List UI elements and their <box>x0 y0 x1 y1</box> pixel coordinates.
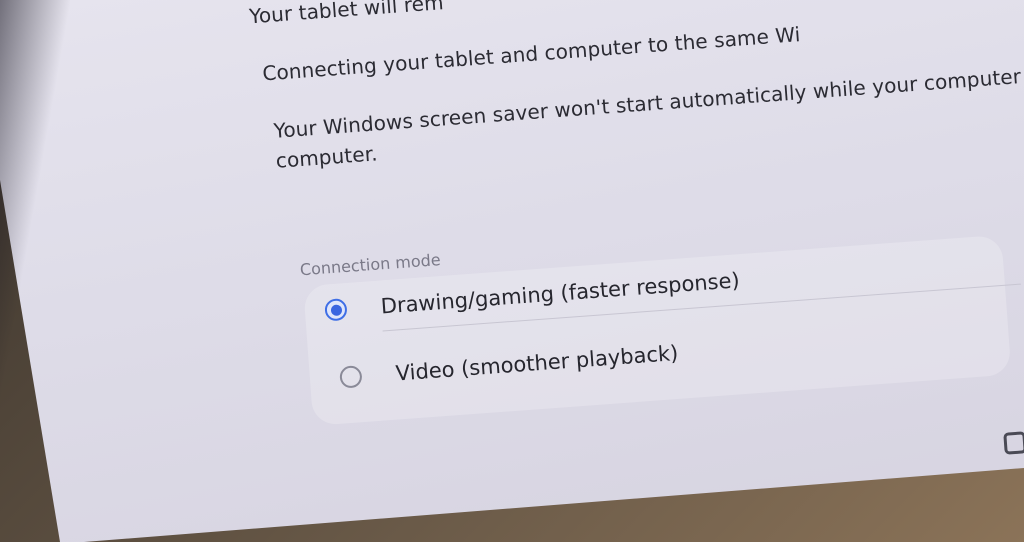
info-text-remain: Your tablet will rem <box>248 0 445 29</box>
tablet-screen: Your tablet will rem Connecting your tab… <box>0 0 1024 542</box>
radio-selected-icon[interactable] <box>324 298 348 322</box>
radio-unselected-icon[interactable] <box>339 365 363 389</box>
home-nav-icon[interactable] <box>1003 431 1024 455</box>
connection-mode-label: Connection mode <box>299 250 442 280</box>
radio-dot <box>330 303 342 316</box>
info-text-screen-saver-continued: computer. <box>274 141 379 173</box>
info-text-same-wifi: Connecting your tablet and computer to t… <box>261 22 802 86</box>
